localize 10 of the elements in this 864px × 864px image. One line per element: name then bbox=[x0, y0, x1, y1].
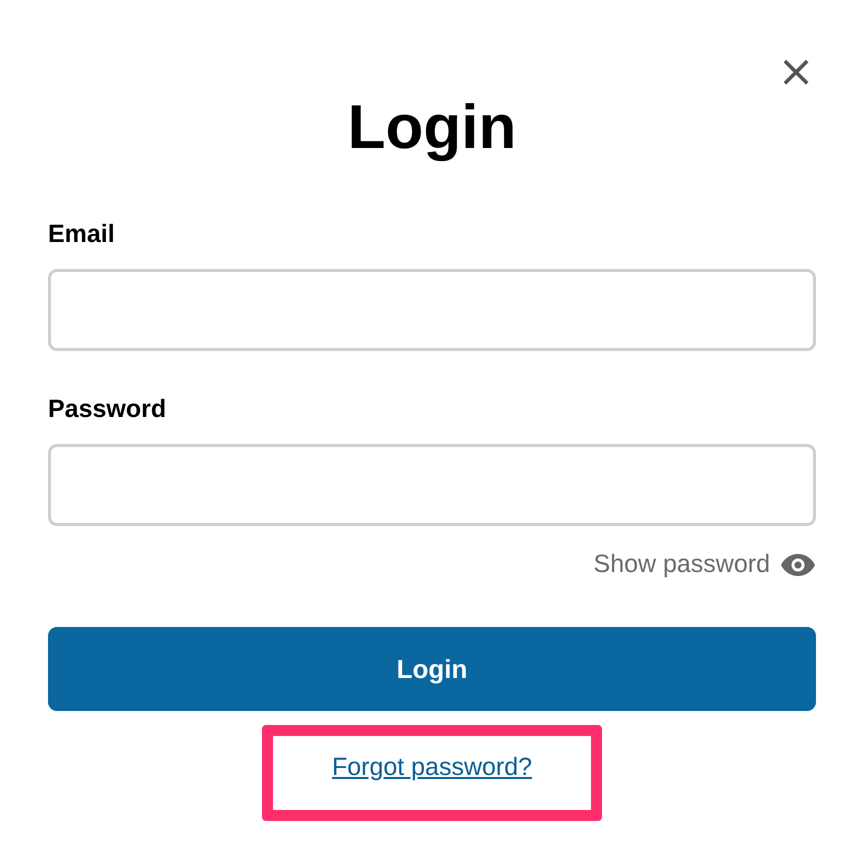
show-password-toggle[interactable]: Show password bbox=[594, 550, 816, 579]
input-field[interactable] bbox=[48, 269, 816, 351]
dialog-title: Login bbox=[346, 92, 518, 164]
forgot-password-link[interactable]: Forgot password? bbox=[332, 753, 532, 785]
close-button[interactable]: × bbox=[776, 52, 816, 92]
input-field[interactable] bbox=[48, 444, 816, 526]
field-label: Password bbox=[48, 395, 166, 424]
login-button[interactable]: Login bbox=[48, 627, 816, 711]
eye-icon bbox=[780, 552, 816, 576]
field-label: Email bbox=[48, 220, 115, 249]
